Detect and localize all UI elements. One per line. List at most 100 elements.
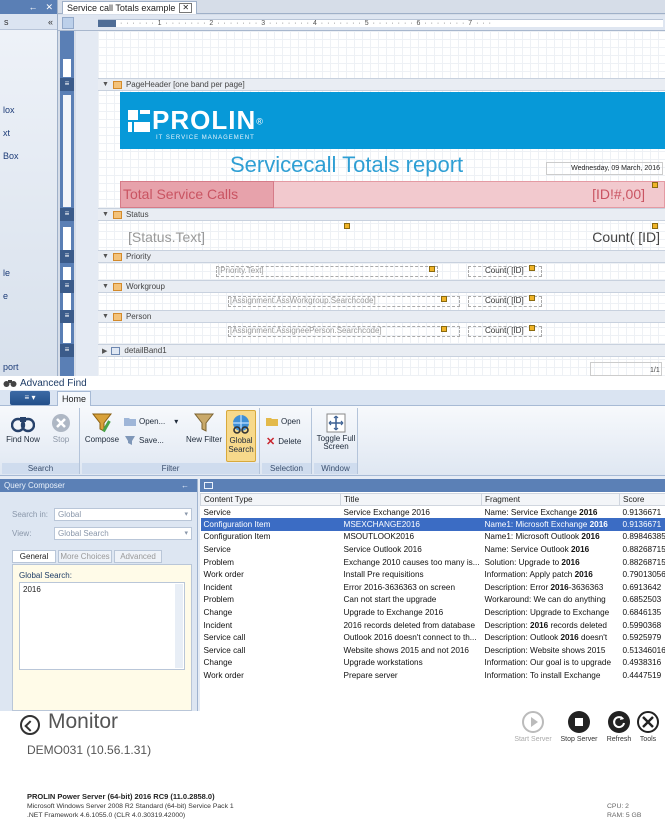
back-icon[interactable] [20, 715, 40, 735]
person-count-field[interactable]: Count( [ID] [485, 326, 524, 335]
application-menu-button[interactable]: ≡ ▾ [10, 391, 50, 405]
band-workgroup[interactable]: ▼ Workgroup [98, 280, 665, 293]
table-row[interactable]: Service call Outlook 2016 doesn't connect… [201, 631, 665, 644]
band-toggle[interactable]: ≡ [60, 280, 74, 293]
table-row[interactable]: Change Upgrade workstations Information: O… [201, 657, 665, 670]
band-toggle[interactable]: ≡ [60, 78, 74, 91]
compose-button[interactable]: Compose [84, 412, 120, 444]
smart-tag-icon[interactable] [441, 296, 447, 302]
close-tab-icon[interactable]: ✕ [179, 3, 193, 13]
cell-score: 0.79013056 [622, 570, 665, 580]
play-icon [522, 711, 544, 733]
ribbon-group-label: Search [2, 463, 79, 474]
toolbox-item[interactable]: xt [3, 128, 10, 138]
pin-icon[interactable]: ← [181, 479, 189, 492]
smart-tag-icon[interactable] [529, 295, 535, 301]
column-header-content-type[interactable]: Content Type [200, 493, 341, 506]
cell-fragment: Description: Outlook 2016 doesn't [484, 633, 608, 643]
toggle-full-screen-button[interactable]: Toggle Full Screen [316, 412, 356, 451]
tab-home[interactable]: Home [57, 391, 91, 407]
view-select[interactable]: Global Search ▾ [54, 527, 192, 540]
smart-tag-icon[interactable] [529, 265, 535, 271]
collapse-icon[interactable]: « [48, 17, 53, 27]
cell-title: Exchange 2010 causes too many is... [343, 557, 480, 567]
smart-tag-icon[interactable] [529, 325, 535, 331]
smart-tag-icon[interactable] [652, 223, 658, 229]
table-row[interactable]: Incident Error 2016-3636363 on screen Desc… [201, 581, 665, 594]
close-icon[interactable]: ✕ [45, 2, 53, 13]
band-toggle[interactable]: ≡ [60, 310, 74, 323]
scrollbar[interactable] [175, 584, 183, 668]
priority-count-field[interactable]: Count( [ID] [485, 266, 524, 275]
cell-fragment: Workaround: We can do anything [484, 595, 606, 605]
band-priority[interactable]: ▼ Priority [98, 250, 665, 263]
column-header-fragment[interactable]: Fragment [481, 493, 620, 506]
band-toggle[interactable]: ≡ [60, 344, 74, 357]
report-date[interactable]: Wednesday, 09 March, 2016 [546, 162, 663, 175]
toolbox-item[interactable]: le [3, 268, 10, 278]
cell-title: Prepare server [343, 671, 398, 681]
search-in-select[interactable]: Global ▾ [54, 508, 192, 521]
smart-tag-icon[interactable] [441, 326, 447, 332]
new-filter-button[interactable]: New Filter [186, 412, 222, 444]
table-row[interactable]: Change Upgrade to Exchange 2016 Descriptio… [201, 606, 665, 619]
column-header-title[interactable]: Title [340, 493, 482, 506]
table-row[interactable]: Service Service Outlook 2016 Name: Service… [201, 543, 665, 556]
table-row[interactable]: Problem Exchange 2010 causes too many is.… [201, 556, 665, 569]
band-status[interactable]: ▼ Status [98, 208, 665, 221]
cell-content-type: Service [203, 507, 231, 517]
delete-button[interactable]: ✕ Delete [266, 435, 301, 448]
cpu-info: CPU: 2 [607, 803, 629, 810]
ribbon-tabbar: ≡ ▾ Home [0, 390, 665, 407]
report-title[interactable]: Servicecall Totals report [230, 152, 463, 178]
toolbox-item[interactable]: lox [3, 105, 15, 115]
table-row[interactable]: Incident 2016 records deleted from databa… [201, 619, 665, 632]
table-row[interactable]: Service call Website shows 2015 and not 2… [201, 644, 665, 657]
band-toggle[interactable]: ≡ [60, 208, 74, 221]
cell-score: 0.9136671 [622, 507, 662, 517]
page-number[interactable]: 1/1 [650, 367, 660, 374]
find-now-button[interactable]: Find Now [6, 412, 40, 444]
table-row[interactable]: Problem Can not start the upgrade Workarou… [201, 594, 665, 607]
priority-field[interactable]: [Priority.Text] [218, 266, 264, 275]
column-header-score[interactable]: Score [619, 493, 665, 506]
cell-title: MSEXCHANGE2016 [340, 518, 482, 531]
table-row[interactable]: Work order Install Pre requisitions Inform… [201, 568, 665, 581]
stop-button[interactable]: Stop [46, 412, 76, 444]
band-toggle[interactable]: ≡ [60, 250, 74, 263]
smart-tag-icon[interactable] [429, 266, 435, 272]
workgroup-count-field[interactable]: Count( [ID] [485, 296, 524, 305]
table-row[interactable]: Configuration Item MSEXCHANGE2016 Name1: M… [200, 518, 665, 531]
smart-tag-icon[interactable] [344, 223, 350, 229]
monitor-host: DEMO031 (10.56.1.31) [27, 743, 152, 757]
band-page-header[interactable]: ▼ PageHeader [one band per page] [98, 78, 665, 91]
toolbox-item[interactable]: e [3, 291, 8, 301]
tools-button[interactable]: Tools [628, 711, 665, 743]
start-server-button[interactable]: Start Server [508, 711, 558, 743]
band-person[interactable]: ▼ Person [98, 310, 665, 323]
table-row[interactable]: Configuration Item MSOUTLOOK2016 Name1: Mi… [201, 531, 665, 544]
save-filter-button[interactable]: Save... [124, 435, 164, 445]
table-row[interactable]: Service Service Exchange 2016 Name: Servic… [201, 506, 665, 519]
tab-general[interactable]: General [12, 550, 56, 563]
pin-icon[interactable]: ← [28, 2, 37, 12]
toolbox-section-header[interactable]: s « [0, 14, 57, 30]
smart-tag-icon[interactable] [652, 182, 658, 188]
status-count-field[interactable]: Count( [ID] [592, 229, 660, 245]
selection-open-button[interactable]: Open [266, 416, 301, 426]
toolbox-item[interactable]: port [3, 362, 19, 372]
band-detail[interactable]: ▶ detailBand1 [98, 344, 665, 357]
table-row[interactable]: Work order Prepare server Information: To … [201, 669, 665, 682]
tab-more-choices[interactable]: More Choices [58, 550, 112, 563]
cell-score: 0.4447519 [622, 671, 662, 681]
cell-fragment: Name: Service Exchange 2016 [484, 507, 598, 517]
document-tab[interactable]: Service call Totals example ✕ [62, 1, 198, 14]
global-search-button[interactable]: Global Search [226, 410, 256, 462]
tab-advanced[interactable]: Advanced [114, 550, 162, 563]
open-filter-button[interactable]: Open... ▾ [124, 416, 178, 426]
person-field[interactable]: [Assignment.AssigneePerson.Searchcode] [230, 326, 382, 335]
status-field[interactable]: [Status.Text] [128, 229, 205, 245]
global-search-input[interactable]: 2016 [19, 582, 185, 670]
workgroup-field[interactable]: [Assignment.AssWorkgroup.Searchcode] [230, 296, 376, 305]
toolbox-item[interactable]: Box [3, 151, 19, 161]
